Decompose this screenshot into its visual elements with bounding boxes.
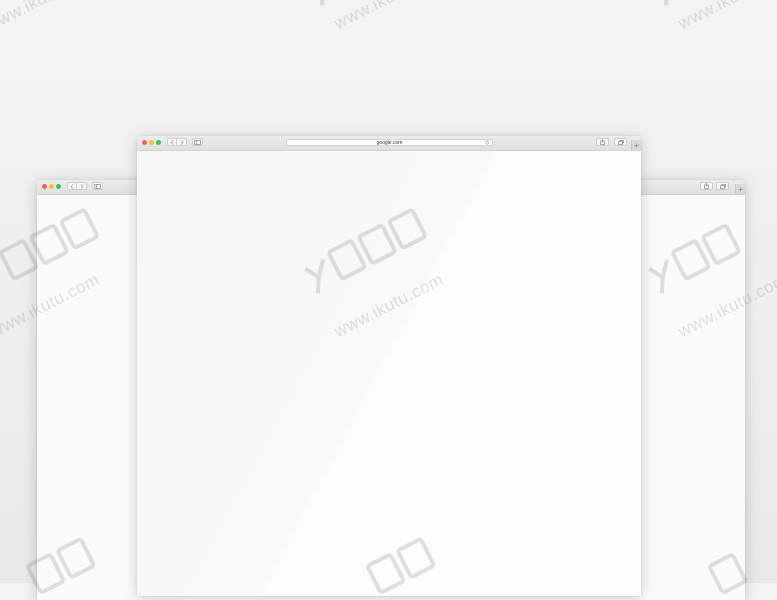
minimize-button[interactable] (149, 140, 154, 145)
back-icon (70, 183, 74, 189)
tabs-icon (719, 183, 726, 189)
sidebar-button[interactable] (92, 182, 103, 190)
zoom-button[interactable] (56, 184, 61, 189)
tabs-icon (617, 139, 624, 145)
forward-button[interactable] (177, 138, 187, 146)
show-tabs-button[interactable] (716, 182, 729, 190)
address-bar[interactable]: google.com (286, 139, 493, 146)
back-icon (170, 139, 174, 145)
navigation-buttons (167, 138, 187, 146)
new-tab-icon (738, 187, 743, 191)
forward-button[interactable] (77, 182, 87, 190)
minimize-button[interactable] (49, 184, 54, 189)
close-button[interactable] (42, 184, 47, 189)
forward-icon (80, 183, 84, 189)
forward-icon (180, 139, 184, 145)
address-bar-url: google.com (376, 140, 403, 146)
reload-icon[interactable] (485, 140, 490, 145)
watermark-text: www.ikutu.com (0, 0, 99, 36)
sidebar-button[interactable] (192, 138, 203, 146)
new-tab-button[interactable] (631, 140, 641, 150)
watermark-text: www.ikutu.com (331, 0, 447, 34)
back-button[interactable] (67, 182, 77, 190)
share-icon (704, 183, 709, 189)
share-button[interactable] (700, 182, 713, 190)
show-tabs-button[interactable] (614, 138, 627, 146)
sidebar-icon (94, 183, 101, 189)
new-tab-icon (634, 143, 639, 147)
front-window-toolbar: google.com (137, 136, 641, 151)
front-browser-window: google.com (137, 136, 641, 596)
close-button[interactable] (142, 140, 147, 145)
back-button[interactable] (167, 138, 177, 146)
zoom-button[interactable] (156, 140, 161, 145)
share-icon (600, 139, 605, 145)
watermark-text: www.ikutu.com (675, 0, 777, 34)
share-button[interactable] (596, 138, 609, 146)
navigation-buttons (67, 182, 87, 190)
new-tab-button[interactable] (735, 184, 745, 194)
sidebar-icon (194, 139, 201, 145)
